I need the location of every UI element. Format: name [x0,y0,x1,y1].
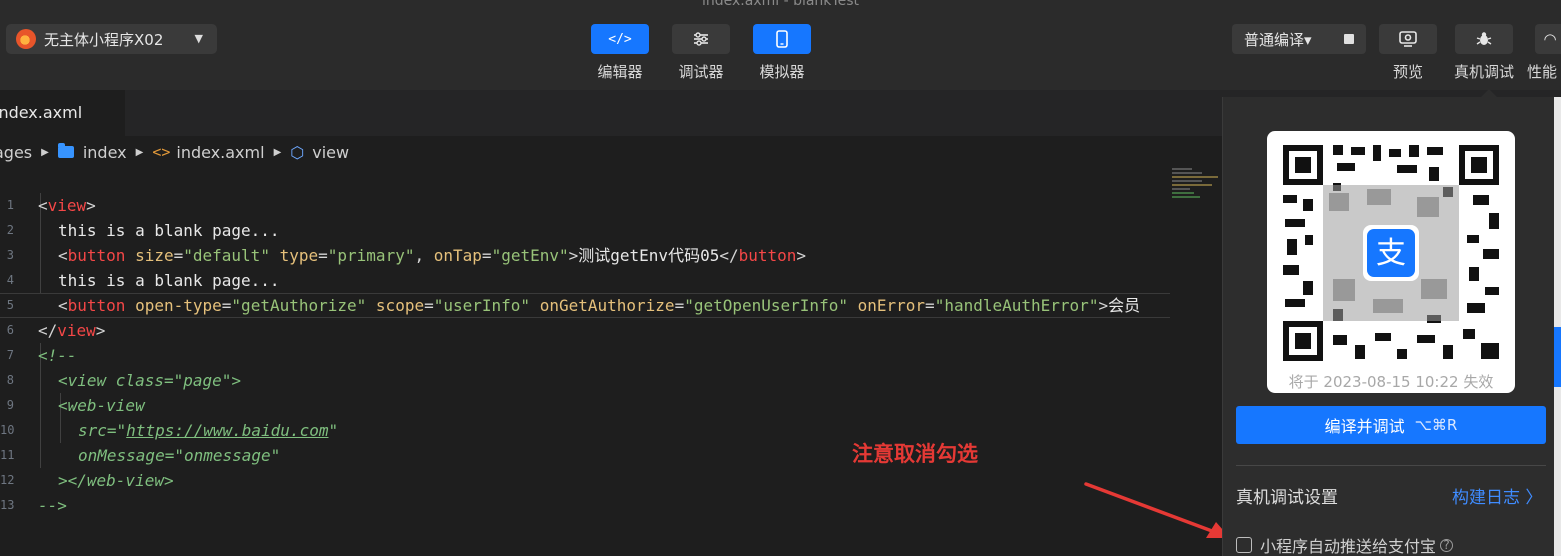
minimap[interactable] [1172,168,1224,208]
chevron-right-icon: ▶ [273,146,282,158]
auto-push-checkbox-row[interactable]: 小程序自动推送给支付宝 ? [1236,533,1454,556]
real-device-debug-panel: 支 将于 2023-08-15 10:22 失效 编译并调试 ⌥⌘R 真机调试设… [1222,97,1561,556]
code-line: 3 <button size="default" type="primary", … [6,246,807,265]
chevron-right-icon: ▶ [41,146,49,158]
debugger-label: 调试器 [678,63,724,81]
code-icon: </> [608,31,632,47]
qr-expire-text: 将于 2023-08-15 10:22 失效 [1288,373,1494,391]
annotation-text: 注意取消勾选 [852,442,978,466]
breadcrumb-item-index[interactable]: index [57,143,127,162]
qr-code-image: 支 [1283,145,1499,361]
window-title: index.axml - blankTest [701,0,859,9]
performance-button[interactable]: ◠ [1535,24,1561,54]
code-file-icon: <> [152,143,171,161]
editor-label: 编辑器 [597,63,643,81]
build-log-link[interactable]: 构建日志 〉 [1452,483,1542,508]
keyboard-shortcut: ⌥⌘R [1414,416,1458,434]
performance-label: 性能 [1527,63,1558,81]
project-selector[interactable]: 无主体小程序X02 ▼ [6,24,217,54]
qr-code-card: 支 将于 2023-08-15 10:22 失效 [1267,131,1515,393]
auto-push-label: 小程序自动推送给支付宝 [1260,537,1437,556]
preview-icon [1399,31,1417,47]
divider [1236,465,1546,466]
cube-icon: ⬡ [290,142,305,162]
auto-push-checkbox[interactable] [1236,537,1252,553]
compile-and-debug-label: 编译并调试 [1324,417,1405,436]
toolbar: index.axml - blankTest 无主体小程序X02 ▼ </> 编… [0,0,1561,90]
preview-label: 预览 [1392,63,1423,81]
performance-icon: ◠ [1543,30,1557,48]
code-line: 13 --> [0,496,67,515]
stop-icon[interactable] [1344,34,1354,44]
code-line: 8 <view class="page"> [6,371,242,390]
breadcrumb-item-pages[interactable]: ages [0,143,32,162]
help-icon[interactable]: ? [1440,538,1454,552]
code-line: 11 onMessage="onmessage" [0,446,281,465]
code-line: 5 <button open-type="getAuthorize" scope=… [6,296,1141,315]
project-logo-icon [16,29,36,49]
compile-mode-value: 普通编译▾ [1244,30,1312,49]
folder-icon [57,143,74,158]
chevron-down-icon: ▼ [194,32,203,45]
breadcrumb-item-view[interactable]: ⬡ view [290,143,349,162]
annotation-arrow [1084,482,1230,538]
code-line: 10 src="https://www.baidu.com" [0,421,339,440]
bug-icon [1476,32,1492,45]
code-line: 7 <!-- [6,346,77,365]
preview-button[interactable] [1379,24,1437,54]
tab-label: index.axml [0,103,83,122]
simulator-edge [1554,97,1561,556]
simulator-label: 模拟器 [759,63,805,81]
alipay-logo-icon: 支 [1376,236,1406,271]
real-device-debug-label: 真机调试 [1453,63,1514,81]
debug-settings-title: 真机调试设置 [1236,488,1338,508]
breadcrumb: ages ▶ index ▶ <> index.axml ▶ ⬡ view [0,138,349,166]
code-line: 2 this is a blank page... [6,221,280,240]
debugger-toggle-button[interactable] [672,24,730,54]
sliders-icon [694,32,708,46]
compile-mode-select[interactable]: 普通编译▾ [1232,24,1366,54]
code-line: 9 <web-view [6,396,145,415]
compile-and-debug-button[interactable]: 编译并调试 ⌥⌘R [1236,406,1546,444]
code-line: 4 this is a blank page... [6,271,280,290]
breadcrumb-item-file[interactable]: <> index.axml [152,143,264,162]
phone-icon [776,30,788,48]
real-device-debug-button[interactable] [1455,24,1513,54]
chevron-right-icon: ▶ [135,146,144,158]
project-name: 无主体小程序X02 [44,30,164,49]
editor-toggle-button[interactable]: </> [591,24,649,54]
code-editor[interactable]: 1 <view> 2 this is a blank page... 3 <butto… [0,168,1170,556]
code-line: 1 <view> [6,196,96,215]
tab-index-axml[interactable]: index.axml [0,90,125,136]
code-line: 12 ></web-view> [0,471,174,490]
code-line: 6 </view> [6,321,106,340]
url-link[interactable]: https://www.baidu.com [126,421,328,440]
simulator-toggle-button[interactable] [753,24,811,54]
